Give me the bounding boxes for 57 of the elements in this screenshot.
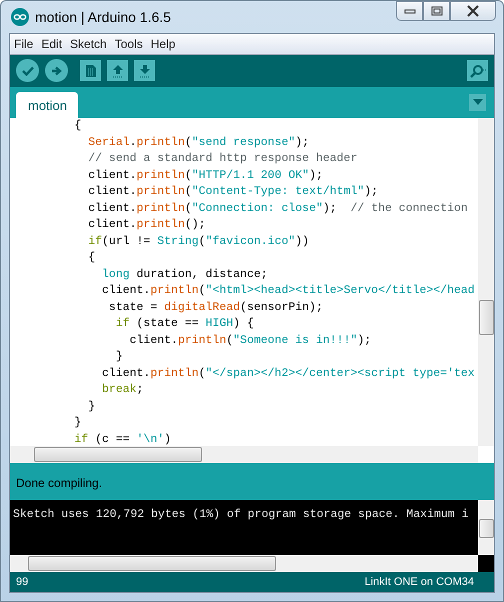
code-line: client.println("Connection: close"); // the connection: [87, 200, 469, 217]
tab-menu-button[interactable]: [469, 94, 486, 111]
code-line: client.println("</span></h2></center><script type='tex: [101, 366, 476, 382]
close-button[interactable]: [450, 1, 496, 21]
checkmark-icon: [22, 66, 34, 76]
menu-item[interactable]: Help: [150, 36, 176, 51]
code-editor[interactable]: [10, 118, 494, 464]
console-line: Sketch uses 120,792 bytes (1%) of program storage space. Maximum i: [13, 508, 470, 521]
code-line: {: [87, 250, 96, 266]
code-line: client.println("Someone is in!!!");: [128, 332, 372, 349]
code-line: // send a standard http response header: [87, 151, 358, 168]
open-button[interactable]: [107, 60, 128, 82]
verify-button[interactable]: [16, 59, 39, 82]
caret-icon: [472, 99, 482, 106]
code-line: }: [73, 415, 82, 432]
menu-item[interactable]: Tools: [114, 36, 143, 51]
status-message: Done compiling.: [16, 476, 102, 490]
code-line: client.println("<html><head><title>Servo</title></head: [101, 283, 476, 300]
code-line: client.println();: [87, 217, 207, 234]
maximize-button[interactable]: [423, 1, 450, 21]
horizontal-scrollbar[interactable]: [10, 555, 478, 572]
code-line: state = digitalRead(sensorPin);: [108, 300, 324, 316]
magnifier-icon: [470, 64, 486, 78]
line-number: 99: [16, 576, 28, 588]
code-line: }: [87, 398, 96, 415]
close-icon: [466, 5, 480, 17]
code-line: client.println("Content-Type: text/html");: [87, 184, 380, 200]
board-port-label: LinkIt ONE on COM34: [364, 576, 474, 588]
document-icon: [84, 64, 96, 78]
code-line: }: [114, 349, 124, 366]
window-title: motion | Arduino 1.6.5: [35, 9, 171, 25]
vertical-scrollbar[interactable]: [478, 500, 494, 556]
menu-item[interactable]: Sketch: [70, 36, 107, 51]
code-line: client.println("HTTP/1.1 200 OK");: [87, 168, 324, 184]
minimize-icon: [404, 7, 416, 15]
vertical-scrollbar[interactable]: [478, 118, 494, 446]
sketch-tab[interactable]: motion: [16, 92, 78, 118]
code-line: Serial.println("send response");: [87, 134, 310, 151]
horizontal-scrollbar[interactable]: [10, 446, 478, 464]
menu-item[interactable]: File: [14, 36, 34, 51]
code-line: if (c == '\n'): [73, 432, 172, 448]
minimize-button[interactable]: [396, 1, 423, 21]
code-line: {: [73, 118, 82, 134]
new-file-button[interactable]: [80, 60, 101, 82]
code-line: if (state == HIGH) {: [114, 316, 255, 332]
code-line: if(url != String("favicon.ico")): [87, 234, 310, 250]
infinity-logo-icon: [11, 8, 29, 26]
save-button[interactable]: [134, 60, 155, 82]
menu-item[interactable]: Edit: [41, 36, 62, 51]
up-arrow-icon: [112, 64, 124, 78]
upload-button[interactable]: [45, 59, 68, 82]
down-arrow-icon: [138, 64, 150, 78]
maximize-icon: [430, 6, 442, 16]
right-arrow-icon: [50, 66, 62, 76]
code-line: long duration, distance;: [101, 266, 269, 283]
code-line: break;: [101, 382, 144, 398]
serial-monitor-button[interactable]: [467, 60, 488, 82]
